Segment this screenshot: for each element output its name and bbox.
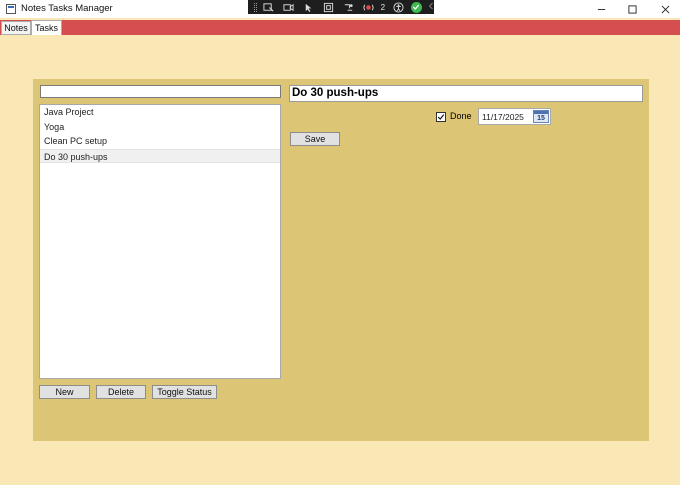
date-field[interactable]: 11/17/2025 [482,112,524,122]
list-item[interactable]: Java Project [40,105,280,120]
drag-handle-icon[interactable] [254,2,257,12]
checkmark-icon [437,114,445,120]
list-item[interactable]: Yoga [40,120,280,135]
accessibility-icon[interactable] [391,1,406,13]
save-button[interactable]: Save [290,132,340,146]
task-list[interactable]: Java Project Yoga Clean PC setup Do 30 p… [39,104,281,379]
list-item-selected[interactable]: Do 30 push-ups [40,148,280,163]
minimize-button[interactable] [586,0,616,18]
tab-notes[interactable]: Notes [1,21,31,35]
binding-failures-count: 2 [380,2,386,12]
tasks-panel: Java Project Yoga Clean PC setup Do 30 p… [33,79,649,441]
collapse-chevron-icon[interactable] [428,2,434,12]
binding-failures-icon[interactable] [361,1,376,13]
list-item[interactable]: Clean PC setup [40,134,280,149]
app-icon [6,4,16,14]
select-pointer-icon[interactable] [301,1,316,13]
done-checkbox[interactable] [436,112,446,122]
search-input[interactable] [40,85,281,98]
video-icon[interactable] [281,1,296,13]
debug-toolbar: 2 [248,0,434,14]
track-focus-icon[interactable] [341,1,356,13]
calendar-day: 15 [537,115,545,122]
inspect-element-icon[interactable] [261,1,276,13]
title-bar: Notes Tasks Manager 2 [0,0,680,18]
layout-adorner-icon[interactable] [321,1,336,13]
tab-tasks[interactable]: Tasks [31,20,62,35]
done-label: Done [450,111,472,121]
maximize-button[interactable] [617,0,647,18]
date-picker[interactable]: 11/17/2025 15 [478,108,551,125]
delete-button[interactable]: Delete [96,385,146,399]
checkmark-icon[interactable] [411,1,422,13]
toggle-status-button[interactable]: Toggle Status [152,385,217,399]
new-button[interactable]: New [39,385,90,399]
calendar-icon[interactable]: 15 [533,110,549,123]
tab-strip: Notes Tasks [0,20,680,35]
window-title: Notes Tasks Manager [21,3,113,14]
task-title-input[interactable]: Do 30 push-ups [289,85,643,102]
close-button[interactable] [650,0,680,18]
